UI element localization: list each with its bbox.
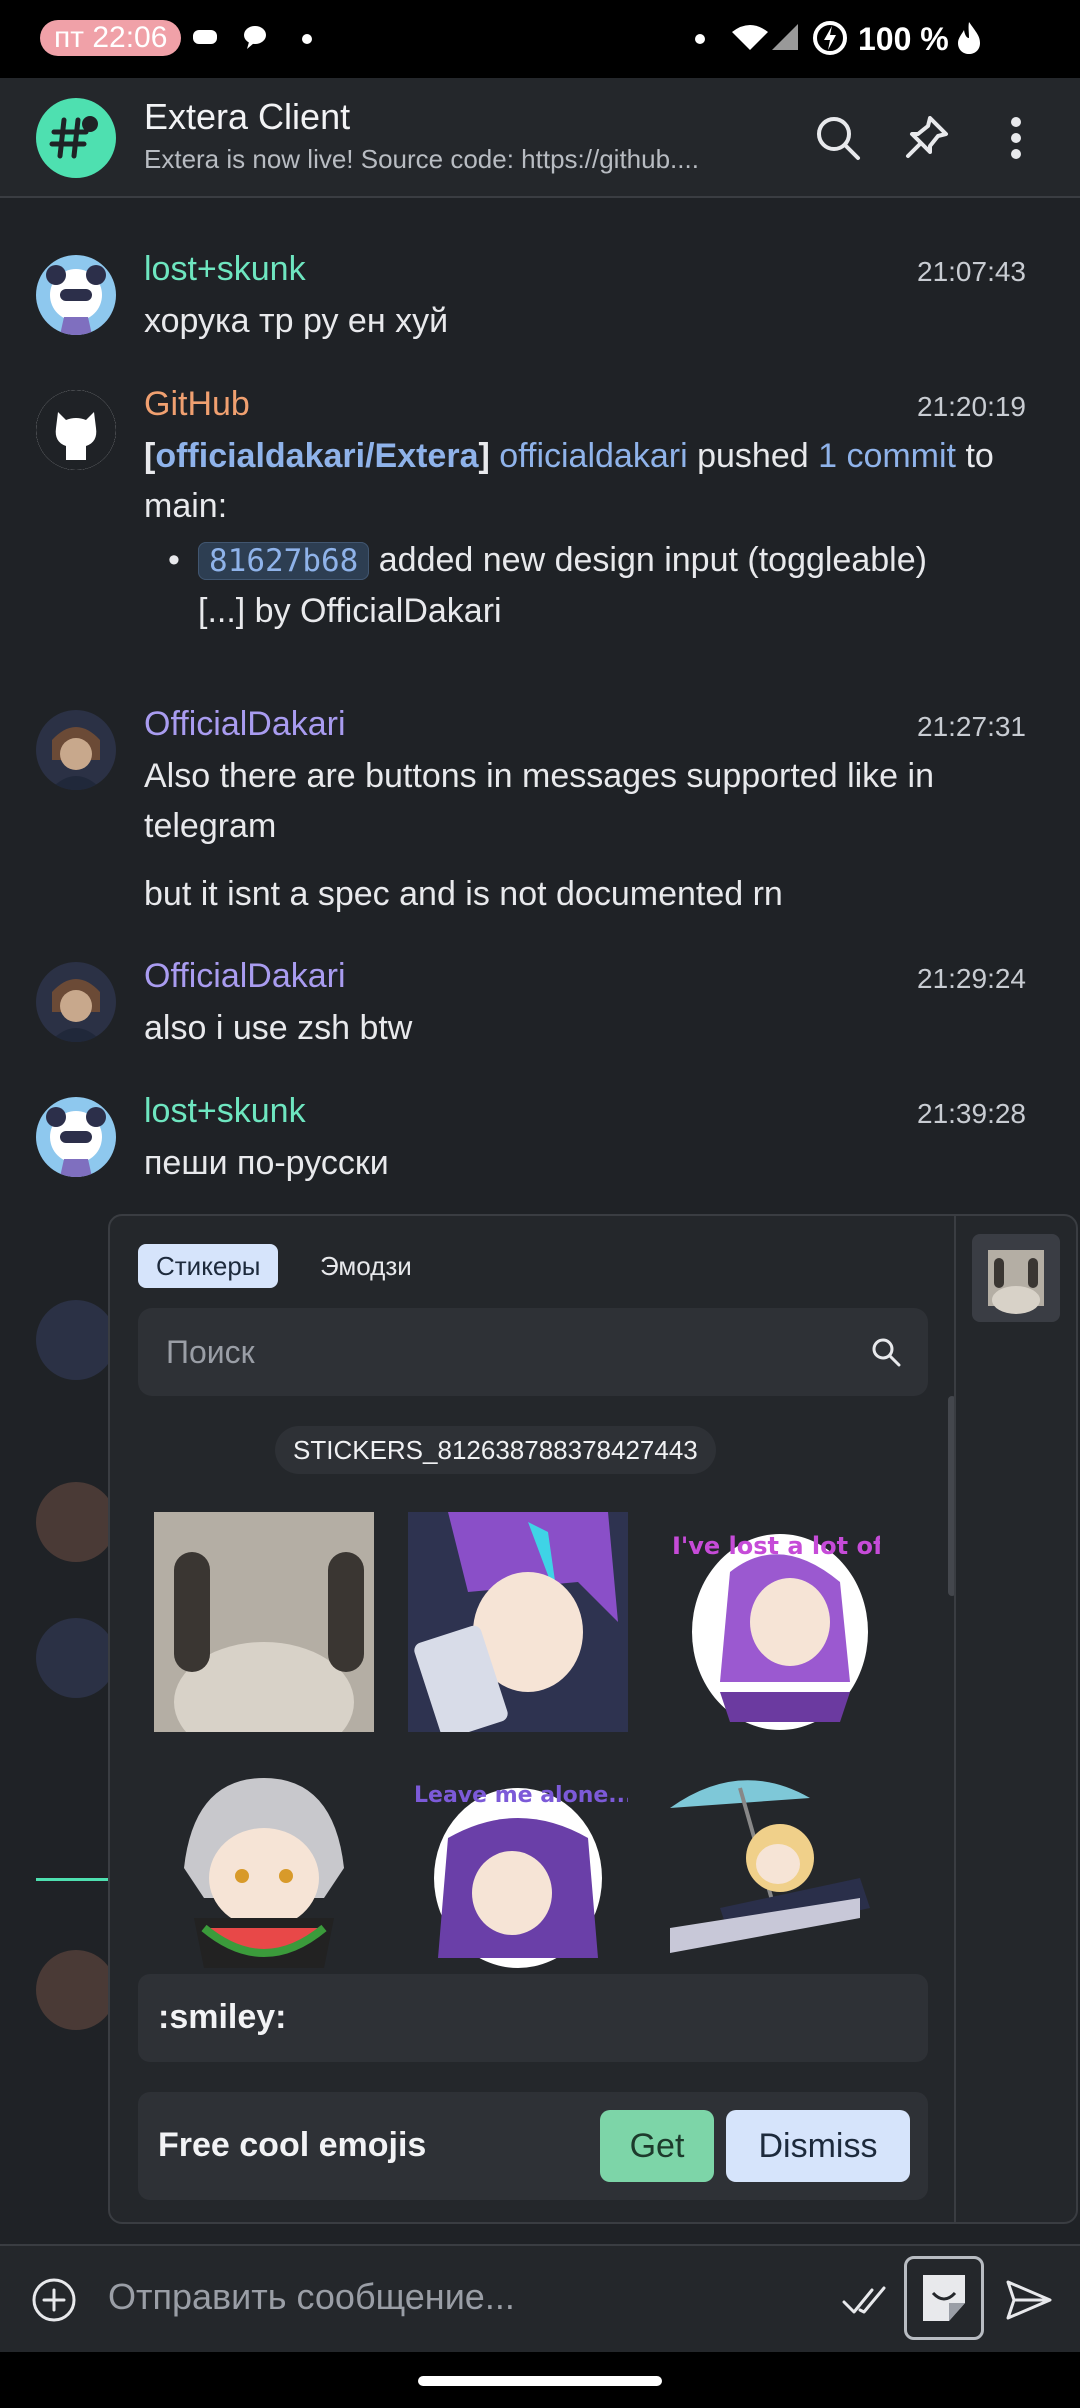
sticker-picker[interactable]: Стикеры Эмодзи Поиск STICKERS_8126387883… <box>108 1214 1078 2224</box>
message-time: 21:20:19 <box>917 391 1026 422</box>
avatar[interactable] <box>36 390 116 470</box>
avatar[interactable] <box>36 710 116 790</box>
more-options-icon[interactable] <box>984 106 1048 170</box>
leave-me-alone-sticker[interactable]: Leave me alone... <box>408 1758 628 1968</box>
message-body: пеши по-русски <box>144 1144 389 1182</box>
commits-link[interactable]: 1 commit <box>818 437 956 475</box>
message-input[interactable]: Отправить сообщение... <box>108 2276 515 2318</box>
avatar[interactable] <box>36 1618 116 1698</box>
room-hash-icon <box>49 116 98 159</box>
signal-icon <box>772 24 798 50</box>
search-icon[interactable] <box>806 106 870 170</box>
sender-name[interactable]: lost+skunk <box>144 1092 306 1131</box>
message-time: 21:39:28 <box>917 1098 1026 1129</box>
search-icon[interactable] <box>868 1334 904 1370</box>
sticker-text: I've lost a lot of money <box>672 1532 880 1560</box>
notification-dot-icon <box>302 34 312 44</box>
message-body: [officialdakari/Extera] officialdakari p… <box>144 437 994 525</box>
sender-name[interactable]: GitHub <box>144 385 250 424</box>
sticker-icon <box>923 2275 965 2321</box>
sticker-search-input[interactable]: Поиск <box>138 1308 928 1396</box>
message-body: Also there are buttons in messages suppo… <box>144 757 935 845</box>
avatar[interactable] <box>36 1950 116 2030</box>
message-time: 21:29:24 <box>917 963 1026 994</box>
message-body: also i use zsh btw <box>144 1009 413 1047</box>
notification-dot-icon <box>695 34 705 44</box>
room-topic[interactable]: Extera is now live! Source code: https:/… <box>144 144 764 175</box>
room-avatar[interactable] <box>36 98 116 178</box>
promo-text: Free cool emojis <box>158 2126 427 2164</box>
lost-money-sticker[interactable]: I've lost a lot of money <box>660 1512 880 1732</box>
room-title[interactable]: Extera Client <box>144 96 350 138</box>
tab-emoji[interactable]: Эмодзи <box>302 1244 430 1288</box>
emoji-shortcode-field: :smiley: <box>138 1974 928 2062</box>
battery-percent: 100 % <box>858 21 949 57</box>
get-button[interactable]: Get <box>600 2110 714 2182</box>
status-bar: пт 22:06 100 % <box>0 0 1080 78</box>
message-time: 21:07:43 <box>917 256 1026 287</box>
flame-icon <box>958 22 980 54</box>
message-body: but it isnt a spec and is not documented… <box>144 875 783 913</box>
unread-divider <box>36 1878 108 1881</box>
bullet: • <box>168 541 180 579</box>
read-receipts-icon[interactable] <box>838 2272 894 2328</box>
dismiss-button[interactable]: Dismiss <box>726 2110 910 2182</box>
room-header: Extera Client Extera is now live! Source… <box>0 78 1080 198</box>
commit-author: [...] by OfficialDakari <box>198 592 502 630</box>
promo-banner: Free cool emojis Get Dismiss <box>138 2092 928 2200</box>
github-icon <box>36 390 116 470</box>
avatar[interactable] <box>36 1300 116 1380</box>
add-attachment-icon[interactable] <box>26 2272 82 2328</box>
sender-name[interactable]: lost+skunk <box>144 250 306 289</box>
sender-name[interactable]: OfficialDakari <box>144 957 346 996</box>
status-time: пт 22:06 <box>40 20 182 56</box>
cat-sticker[interactable] <box>154 1512 374 1732</box>
game-controller-icon <box>193 30 217 44</box>
sticker-button[interactable] <box>904 2256 984 2340</box>
push-action: pushed <box>697 437 809 475</box>
search-placeholder: Поиск <box>166 1334 255 1370</box>
sticker-pack-label: STICKERS_812638788378427443 <box>275 1426 716 1474</box>
beach-sticker[interactable] <box>660 1758 880 1968</box>
pin-icon[interactable] <box>894 106 958 170</box>
message-time: 21:27:31 <box>917 711 1026 742</box>
chat-bubble-icon <box>244 26 266 49</box>
commit-message: added new design input (toggleable) <box>378 541 927 579</box>
sticker-pack-thumbnail[interactable] <box>972 1234 1060 1322</box>
commit-list-item: • 81627b68 added new design input (toggl… <box>168 535 1018 636</box>
emoji-shortcode: :smiley: <box>158 1998 287 2036</box>
message-body: хорука тр ру ен хуй <box>144 302 449 340</box>
sticker-text: Leave me alone... <box>414 1783 628 1808</box>
send-icon[interactable] <box>1000 2272 1056 2328</box>
user-link[interactable]: officialdakari <box>499 437 687 475</box>
repo-link[interactable]: officialdakari/Extera <box>155 437 478 475</box>
avatar[interactable] <box>36 1482 116 1562</box>
anime-phone-sticker[interactable] <box>408 1512 628 1732</box>
wifi-icon <box>732 25 768 50</box>
sender-name[interactable]: OfficialDakari <box>144 705 346 744</box>
system-nav-bar <box>0 2352 1080 2408</box>
avatar[interactable] <box>36 962 116 1042</box>
pack-sidebar <box>954 1216 1076 2222</box>
watermelon-sticker[interactable] <box>154 1758 374 1968</box>
commit-hash[interactable]: 81627b68 <box>198 542 370 580</box>
avatar[interactable] <box>36 255 116 335</box>
home-gesture-handle[interactable] <box>418 2376 662 2386</box>
message-composer: Отправить сообщение... <box>0 2244 1080 2352</box>
avatar[interactable] <box>36 1097 116 1177</box>
tab-stickers[interactable]: Стикеры <box>138 1244 279 1288</box>
battery-saver-icon <box>813 21 847 55</box>
